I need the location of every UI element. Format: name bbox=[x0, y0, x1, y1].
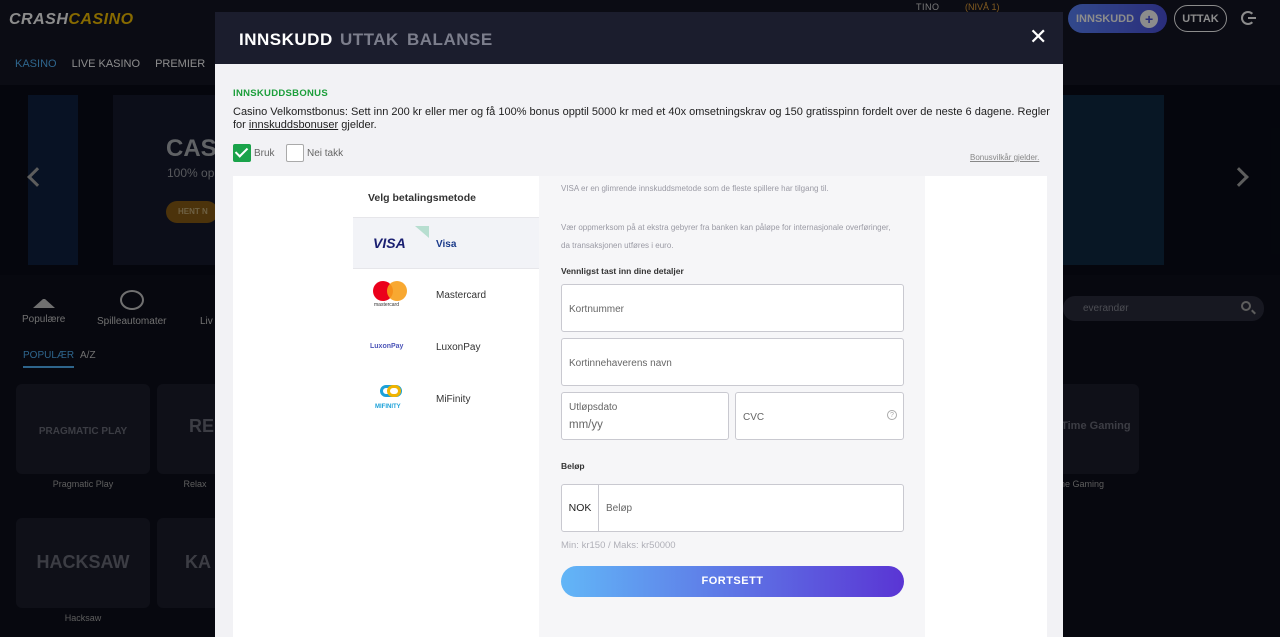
use-bonus-label[interactable]: Bruk bbox=[254, 148, 275, 159]
bonus-title: INNSKUDDSBONUS bbox=[233, 88, 328, 99]
close-icon[interactable]: ✕ bbox=[1029, 26, 1047, 48]
visa-logo: VISA bbox=[373, 235, 406, 251]
modal-header: INNSKUDD UTTAK BALANSE ✕ bbox=[215, 12, 1063, 64]
decline-bonus-checkbox[interactable] bbox=[286, 144, 304, 162]
deposit-bonus-rules-link[interactable]: innskuddsbonuser bbox=[249, 119, 338, 131]
payment-method-luxonpay[interactable]: LuxonPay LuxonPay bbox=[353, 321, 539, 373]
payment-panel: Velg betalingsmetode VISA Visa mastercar… bbox=[233, 176, 1047, 637]
details-heading: Vennligst tast inn dine detaljer bbox=[561, 266, 684, 276]
payment-method-name: Mastercard bbox=[436, 290, 487, 301]
deposit-modal: INNSKUDD UTTAK BALANSE ✕ INNSKUDDSBONUS … bbox=[215, 12, 1063, 637]
bonus-description: Casino Velkomstbonus: Sett inn 200 kr el… bbox=[233, 106, 1050, 131]
bonus-terms-link[interactable]: Bonusvilkår gjelder. bbox=[970, 153, 1039, 162]
expiry-date-field[interactable]: Utløpsdato mm/yy bbox=[561, 392, 729, 440]
luxonpay-logo: LuxonPay bbox=[370, 343, 404, 350]
card-number-field[interactable]: Kortnummer bbox=[561, 284, 904, 332]
payment-method-heading: Velg betalingsmetode bbox=[368, 192, 476, 204]
payment-method-visa[interactable]: VISA Visa bbox=[353, 217, 539, 269]
method-info: VISA er en glimrende innskuddsmetode som… bbox=[561, 184, 829, 193]
selected-marker-icon bbox=[415, 226, 429, 238]
help-icon[interactable]: ? bbox=[887, 410, 897, 420]
continue-button[interactable]: FORTSETT bbox=[561, 566, 904, 597]
mifinity-logo: MIFINITY bbox=[373, 383, 409, 417]
card-holder-field[interactable]: Kortinnehaverens navn bbox=[561, 338, 904, 386]
payment-method-name: Visa bbox=[436, 239, 457, 250]
currency-label: NOK bbox=[562, 485, 599, 531]
amount-field[interactable]: NOK Beløp bbox=[561, 484, 904, 532]
cvc-field[interactable]: CVC ? bbox=[735, 392, 904, 440]
decline-bonus-label[interactable]: Nei takk bbox=[307, 148, 343, 159]
payment-method-list: Velg betalingsmetode VISA Visa mastercar… bbox=[353, 176, 539, 637]
payment-method-name: LuxonPay bbox=[436, 342, 481, 353]
card-details-form: VISA er en glimrende innskuddsmetode som… bbox=[539, 176, 925, 637]
amount-label: Beløp bbox=[561, 461, 585, 471]
amount-limits: Min: kr150 / Maks: kr50000 bbox=[561, 540, 676, 551]
mastercard-logo: mastercard bbox=[373, 281, 411, 311]
payment-method-name: MiFinity bbox=[436, 394, 471, 405]
use-bonus-checkbox[interactable] bbox=[233, 144, 251, 162]
tab-balance[interactable]: BALANSE bbox=[407, 30, 493, 50]
tab-deposit[interactable]: INNSKUDD bbox=[239, 30, 333, 50]
payment-method-mifinity[interactable]: MIFINITY MiFinity bbox=[353, 373, 539, 425]
tab-withdraw[interactable]: UTTAK bbox=[340, 30, 399, 50]
fee-notice: Vær oppmerksom på at ekstra gebyrer fra … bbox=[561, 223, 891, 250]
payment-method-mastercard[interactable]: mastercard Mastercard bbox=[353, 269, 539, 321]
